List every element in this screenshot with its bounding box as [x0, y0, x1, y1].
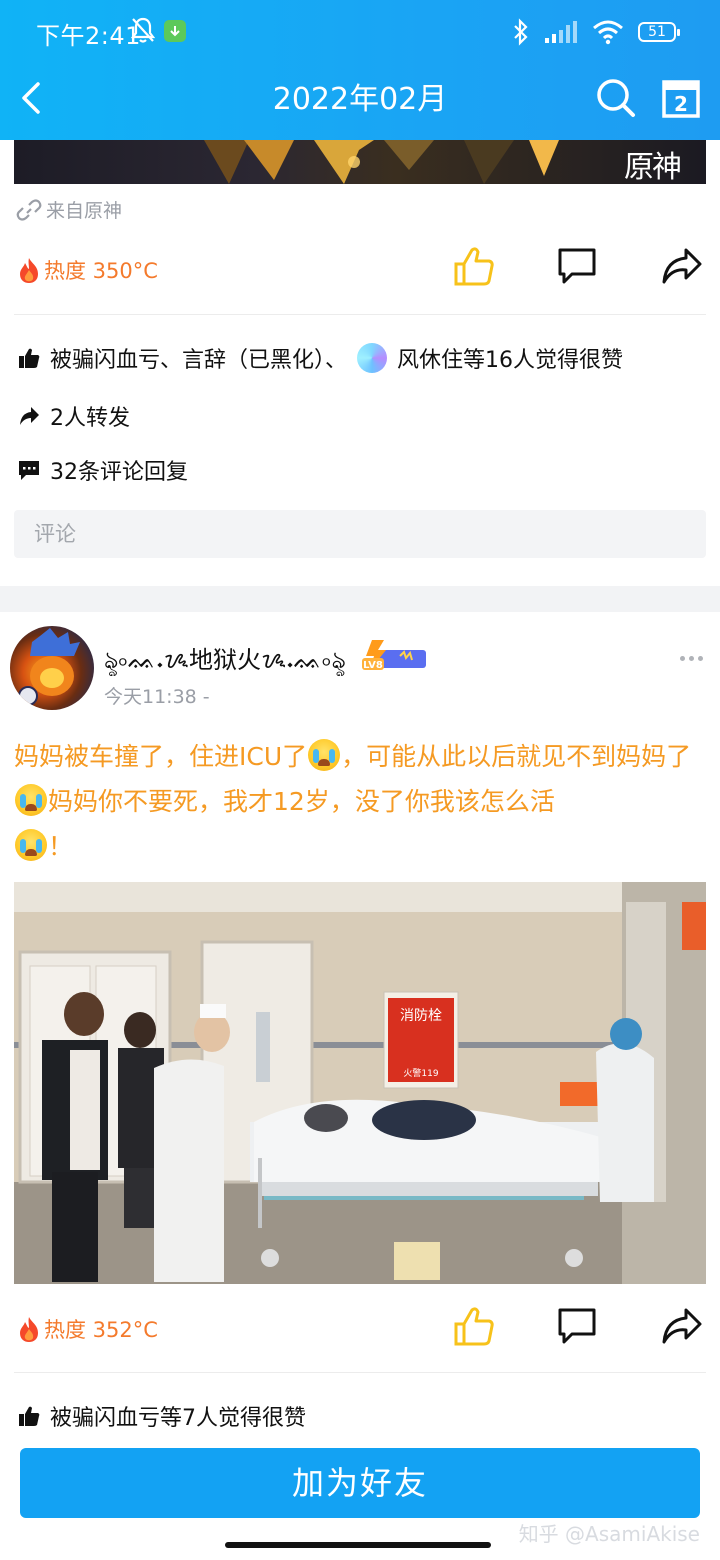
comment-input[interactable]: 评论 — [14, 510, 706, 558]
share-icon — [662, 1308, 702, 1344]
source-label: 来自原神 — [46, 200, 123, 222]
thumbs-up-icon — [454, 1307, 494, 1346]
thumbs-up-icon — [454, 247, 494, 286]
add-friend-button[interactable]: 加为好友 — [20, 1448, 700, 1518]
avatar-art — [18, 628, 80, 706]
post-text-part: ！ — [48, 832, 74, 861]
likes-text: 被骗闪血亏等7人觉得很赞 — [50, 1406, 306, 1431]
status-bar: 下午2:41 51 — [0, 0, 720, 64]
forwards-text: 2人转发 — [50, 406, 130, 431]
share-icon — [662, 248, 702, 284]
like-button[interactable] — [452, 1304, 496, 1352]
comment-icon — [558, 1308, 596, 1344]
heat-label: 热度 350°C — [44, 259, 158, 283]
heat-indicator: 热度 350°C — [16, 255, 158, 285]
banner-art — [204, 140, 559, 184]
calendar-button[interactable]: 2 — [660, 76, 702, 120]
comment-button[interactable] — [556, 246, 598, 290]
dot — [680, 656, 685, 661]
genshin-logo: 原神 — [624, 150, 682, 184]
crying-emoji-icon — [15, 784, 47, 816]
more-options-button[interactable] — [680, 656, 703, 661]
home-indicator[interactable] — [225, 1542, 491, 1548]
flame-icon — [20, 258, 38, 283]
app-header: 下午2:41 51 2022年02月 2 — [0, 0, 720, 140]
likes-text-suffix: 风休住等16人觉得很赞 — [397, 348, 624, 373]
dot — [698, 656, 703, 661]
search-button[interactable] — [594, 76, 638, 120]
divider — [14, 1372, 706, 1373]
svg-text:2: 2 — [674, 92, 688, 116]
heat-label: 热度 352°C — [44, 1318, 158, 1342]
post-photo[interactable]: 消防栓 火警119 — [14, 882, 706, 1284]
search-icon — [597, 79, 635, 117]
post-actions — [452, 244, 712, 292]
share-button[interactable] — [660, 1306, 704, 1350]
download-notification-icon — [164, 20, 186, 42]
mute-bell-icon — [130, 16, 156, 48]
flame-icon — [20, 1317, 38, 1342]
svg-text:LV8: LV8 — [363, 660, 383, 671]
status-indicators: 51 — [512, 16, 680, 48]
status-time: 下午2:41 — [36, 22, 141, 50]
link-icon — [16, 198, 42, 221]
likes-text: 被骗闪血亏、言辞（已黑化）、 — [50, 348, 348, 373]
battery-icon: 51 — [638, 22, 680, 42]
post-time: 今天11:38 - — [104, 686, 210, 708]
post-text-part: 妈妈你不要死，我才12岁，没了你我该怎么活 — [48, 787, 555, 816]
comments-text: 32条评论回复 — [50, 460, 188, 485]
wifi-icon — [593, 20, 623, 45]
svg-text:火警119: 火警119 — [403, 1067, 438, 1079]
post-content: 妈妈被车撞了，住进ICU了 ，可能从此以后就见不到妈妈了妈妈你不要死，我才12岁，… — [14, 734, 710, 869]
divider — [14, 314, 706, 315]
calendar-icon: 2 — [662, 80, 700, 118]
level-badge: LV8 — [362, 640, 426, 671]
comment-icon — [558, 248, 596, 284]
watermark: 知乎 @AsamiAkise — [518, 1522, 700, 1546]
bluetooth-icon — [514, 18, 528, 46]
likes-row[interactable]: 被骗闪血亏、言辞（已黑化）、 风休住等16人觉得很赞 — [18, 342, 623, 374]
thumbs-up-icon — [19, 348, 40, 368]
crying-emoji-icon — [15, 829, 47, 861]
nav-bar: 2022年02月 2 — [0, 64, 720, 140]
section-separator — [0, 586, 720, 612]
heat-indicator: 热度 352°C — [16, 1314, 158, 1344]
share-button[interactable] — [660, 246, 704, 290]
post-text-part: 妈妈被车撞了，住进ICU了 — [14, 742, 308, 771]
comment-button[interactable] — [556, 1306, 598, 1350]
svg-text:消防栓: 消防栓 — [400, 1008, 442, 1024]
forwards-row[interactable]: 2人转发 — [18, 400, 130, 432]
crying-emoji-icon — [308, 739, 341, 771]
post-actions — [452, 1304, 712, 1352]
bottom-bar: 加为好友 知乎 @AsamiAkise — [0, 1436, 720, 1560]
comment-filled-icon — [19, 461, 39, 480]
author-name[interactable]: ৡ৹ᨐ𝆺ᝰ地狱火ᝰ𝆺ᨐ৹ৡ — [104, 640, 346, 682]
likes-row[interactable]: 被骗闪血亏等7人觉得很赞 — [18, 1400, 306, 1432]
dot — [689, 656, 694, 661]
user-avatar — [357, 343, 388, 373]
author-avatar[interactable] — [10, 626, 94, 710]
share-filled-icon — [20, 407, 39, 425]
like-button[interactable] — [452, 244, 496, 292]
comments-row[interactable]: 32条评论回复 — [18, 454, 188, 486]
signal-icon — [545, 21, 577, 43]
post-text-part: ，可能从此以后就见不到妈妈了 — [341, 742, 692, 771]
game-banner-image[interactable]: 原神 — [14, 140, 706, 184]
thumbs-up-icon — [19, 1406, 40, 1426]
source-link[interactable]: 来自原神 — [16, 196, 122, 223]
